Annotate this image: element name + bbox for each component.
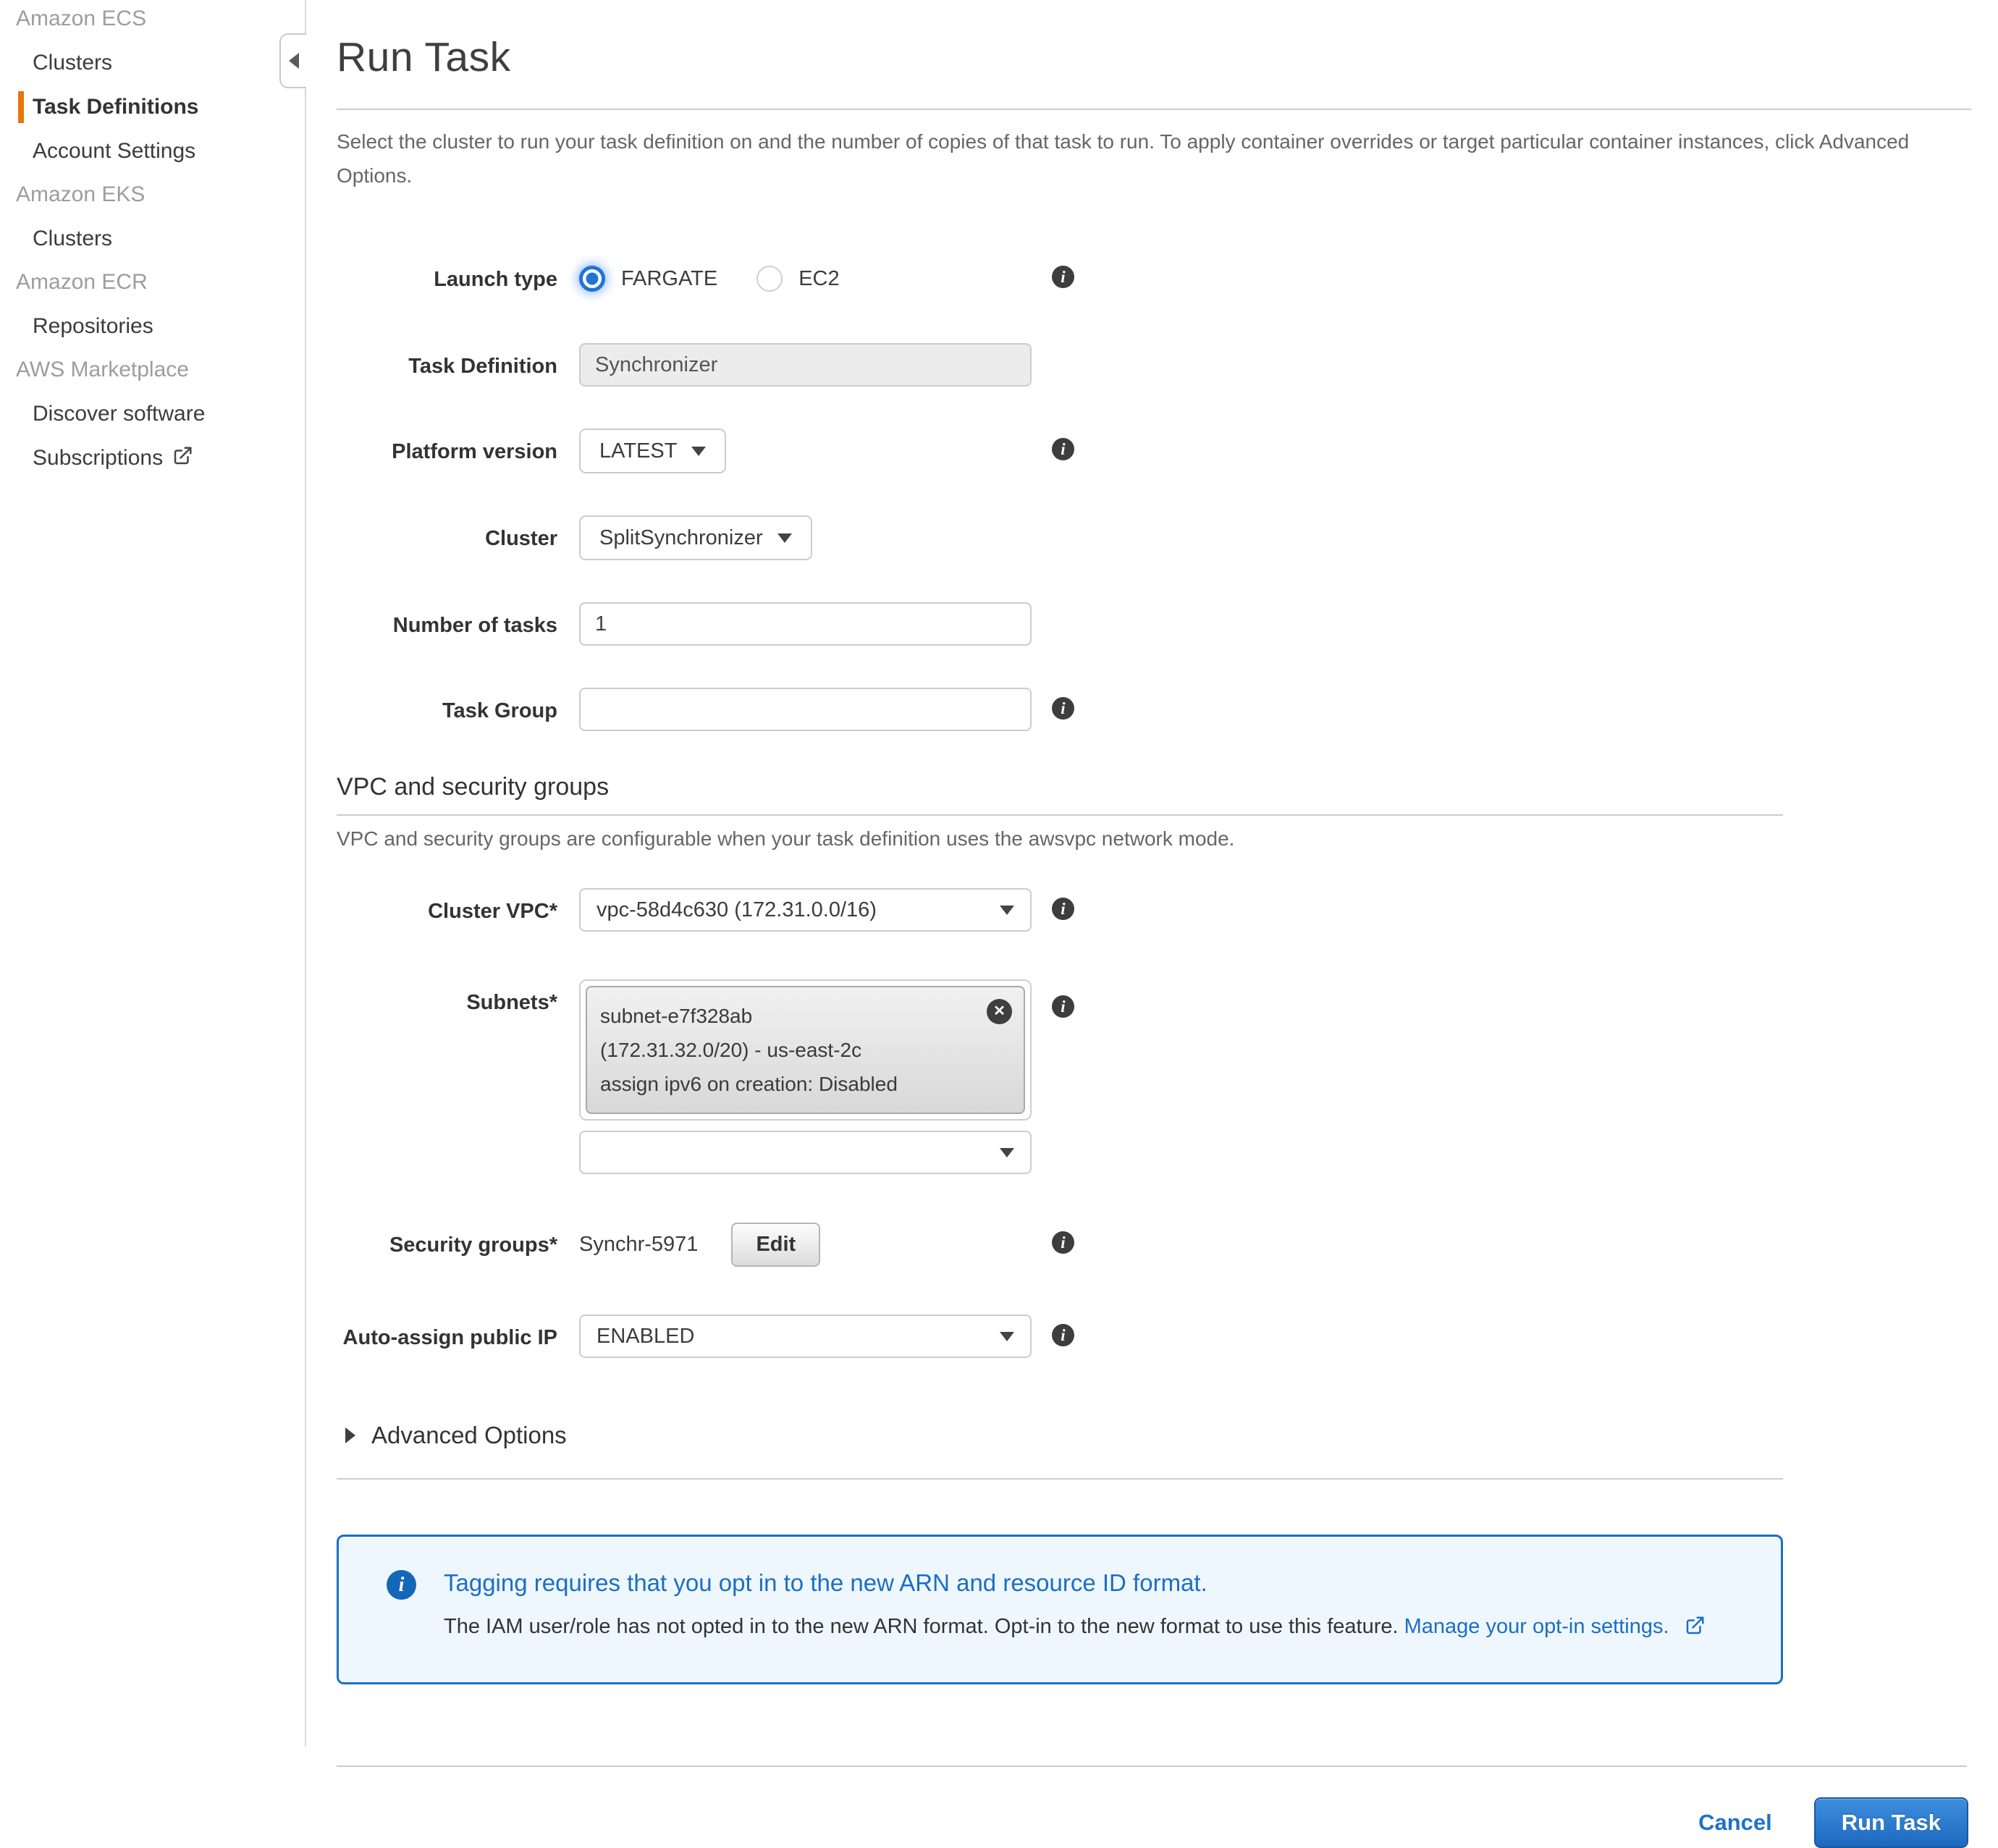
vpc-section-divider [337,814,1783,816]
banner-body: The IAM user/role has not opted in to th… [444,1612,1706,1645]
remove-subnet-icon[interactable]: ✕ [987,999,1012,1024]
cluster-vpc-row: Cluster VPC* vpc-58d4c630 (172.31.0.0/16… [337,888,1971,932]
platform-version-info-icon[interactable]: i [1052,438,1074,460]
subnet-chip: subnet-e7f328ab (172.31.32.0/20) - us-ea… [586,986,1025,1114]
sidebar-item-label: Subscriptions [33,446,163,470]
chevron-down-icon [1000,906,1014,915]
platform-version-label: Platform version [337,429,557,465]
auto-assign-ip-dropdown[interactable]: ENABLED [579,1315,1032,1358]
platform-version-value: LATEST [599,439,677,463]
run-task-button[interactable]: Run Task [1814,1797,1968,1848]
chevron-down-icon [691,447,706,456]
chevron-down-icon [1000,1332,1014,1341]
main-content: Run Task Select the cluster to run your … [337,0,1971,1848]
sidebar-collapse-button[interactable] [279,33,306,88]
cluster-vpc-label: Cluster VPC* [337,888,557,925]
task-definition-label: Task Definition [337,343,557,380]
subnets-selected-list: subnet-e7f328ab (172.31.32.0/20) - us-ea… [579,979,1032,1121]
sidebar-header-amazon-ecs: Amazon ECS [0,3,305,35]
task-group-input[interactable] [579,688,1032,731]
advanced-options-toggle[interactable]: Advanced Options [337,1422,1971,1449]
security-groups-row: Security groups* Synchr-5971 Edit i [337,1222,1971,1267]
title-divider [337,109,1971,110]
number-of-tasks-row: Number of tasks [337,602,1971,646]
subnets-info-icon[interactable]: i [1052,995,1074,1018]
sidebar-header-amazon-eks: Amazon EKS [0,179,305,211]
platform-version-row: Platform version LATEST i [337,429,1971,473]
page-title: Run Task [337,33,1971,81]
launch-type-radio-group: FARGATE EC2 [579,256,1032,301]
number-of-tasks-label: Number of tasks [337,602,557,639]
external-link-icon [172,444,193,476]
task-group-label: Task Group [337,688,557,725]
task-group-info-icon[interactable]: i [1052,697,1074,720]
sidebar-nav: Amazon ECS Clusters Task Definitions Acc… [0,0,305,474]
sidebar-item-repositories[interactable]: Repositories [0,311,305,342]
sidebar-item-task-definitions[interactable]: Task Definitions [0,91,305,123]
task-group-row: Task Group i [337,688,1971,731]
sidebar-header-aws-marketplace: AWS Marketplace [0,354,305,386]
cluster-dropdown[interactable]: SplitSynchronizer [579,515,812,560]
cluster-vpc-info-icon[interactable]: i [1052,898,1074,920]
launch-type-row: Launch type FARGATE EC2 i [337,256,1971,301]
sidebar-item-account-settings[interactable]: Account Settings [0,135,305,167]
cluster-label: Cluster [337,515,557,552]
edit-security-groups-button[interactable]: Edit [731,1223,820,1267]
cancel-button[interactable]: Cancel [1698,1810,1772,1836]
chevron-down-icon [777,533,792,543]
sidebar: Amazon ECS Clusters Task Definitions Acc… [0,0,305,1746]
ec2-radio[interactable] [756,266,783,292]
external-link-icon [1684,1615,1706,1645]
auto-assign-ip-row: Auto-assign public IP ENABLED i [337,1315,1971,1358]
security-groups-label: Security groups* [337,1222,557,1259]
fargate-radio[interactable] [579,266,605,292]
footer-actions: Cancel Run Task [337,1797,1971,1848]
task-definition-row: Task Definition [337,343,1971,387]
vpc-section-description: VPC and security groups are configurable… [337,827,1783,851]
sidebar-item-eks-clusters[interactable]: Clusters [0,223,305,255]
platform-version-dropdown[interactable]: LATEST [579,429,726,473]
subnet-chip-line-2: (172.31.32.0/20) - us-east-2c [600,1033,973,1067]
sidebar-item-ecs-clusters[interactable]: Clusters [0,47,305,79]
sidebar-item-subscriptions[interactable]: Subscriptions [0,442,305,474]
auto-assign-ip-label: Auto-assign public IP [337,1315,557,1351]
subnet-chip-line-1: subnet-e7f328ab [600,999,973,1033]
banner-body-text: The IAM user/role has not opted in to th… [444,1615,1399,1638]
run-task-form: Launch type FARGATE EC2 i Task Definitio… [337,256,1971,731]
disclosure-right-arrow-icon [345,1427,355,1443]
chevron-down-icon [1000,1148,1014,1157]
auto-assign-ip-value: ENABLED [597,1325,694,1349]
task-definition-input [579,343,1032,387]
footer-divider [337,1765,1967,1767]
cluster-vpc-value: vpc-58d4c630 (172.31.0.0/16) [597,898,877,922]
security-groups-info-icon[interactable]: i [1052,1231,1074,1254]
vpc-form: Cluster VPC* vpc-58d4c630 (172.31.0.0/16… [337,888,1971,1358]
subnets-dropdown[interactable] [579,1131,1032,1174]
sidebar-item-discover-software[interactable]: Discover software [0,398,305,430]
advanced-options-divider [337,1478,1783,1480]
ec2-radio-label[interactable]: EC2 [798,267,839,291]
banner-title: Tagging requires that you opt in to the … [444,1567,1706,1599]
sidebar-divider [305,0,306,1746]
cluster-value: SplitSynchronizer [599,526,763,550]
vpc-section-heading: VPC and security groups [337,773,1971,801]
launch-type-info-icon[interactable]: i [1052,266,1074,288]
advanced-options-label: Advanced Options [371,1422,567,1449]
auto-assign-ip-info-icon[interactable]: i [1052,1324,1074,1346]
tagging-info-banner: i Tagging requires that you opt in to th… [337,1535,1783,1684]
cluster-vpc-dropdown[interactable]: vpc-58d4c630 (172.31.0.0/16) [579,888,1032,932]
fargate-radio-label[interactable]: FARGATE [621,267,717,291]
number-of-tasks-input[interactable] [579,602,1032,646]
security-group-value: Synchr-5971 [579,1233,698,1257]
page-description: Select the cluster to run your task defi… [337,125,1971,193]
launch-type-label: Launch type [337,256,557,293]
info-icon: i [387,1570,416,1600]
subnets-label: Subnets* [337,979,557,1016]
sidebar-header-amazon-ecr: Amazon ECR [0,266,305,298]
cluster-row: Cluster SplitSynchronizer [337,515,1971,560]
collapse-left-arrow-icon [289,53,299,69]
subnets-row: Subnets* subnet-e7f328ab (172.31.32.0/20… [337,979,1971,1174]
subnet-chip-line-3: assign ipv6 on creation: Disabled [600,1067,973,1101]
manage-opt-in-settings-link[interactable]: Manage your opt-in settings. [1404,1615,1669,1638]
